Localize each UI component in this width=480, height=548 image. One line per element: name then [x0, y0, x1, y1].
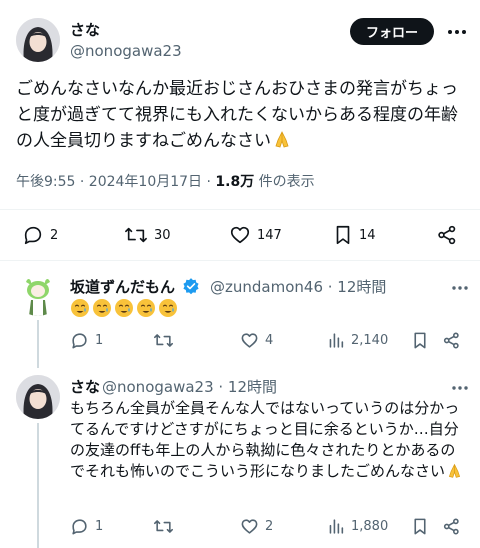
views-button[interactable]: 1,880 [327, 517, 388, 536]
bookmark-icon [336, 225, 350, 245]
reply-icon [72, 333, 87, 349]
reply-author-name[interactable]: 坂道ずんだもん [70, 276, 200, 297]
like-button[interactable]: 4 [240, 331, 273, 350]
heart-icon [241, 519, 258, 534]
folded-hands-emoji-icon [445, 462, 464, 479]
share-button[interactable] [442, 331, 461, 350]
more-options-icon[interactable] [450, 279, 470, 297]
thread-line [37, 423, 39, 548]
tweet-text-body: ごめんなさいなんか最近おじさんおひさまの発言がちょっと度が過ぎてて視界にも入れた… [16, 79, 458, 151]
reply-author-name[interactable]: さな [70, 376, 100, 397]
tweet-text: ごめんなさいなんか最近おじさんおひさまの発言がちょっと度が過ぎてて視界にも入れた… [16, 76, 468, 154]
views-button[interactable]: 2,140 [327, 331, 388, 350]
author-handle[interactable]: @nonogawa23 [70, 42, 182, 60]
share-icon [443, 518, 459, 535]
crying-face-emoji-icon [137, 299, 155, 317]
analytics-icon [329, 333, 344, 348]
reply-avatar[interactable] [16, 375, 60, 419]
reply-text-body: もちろん全員が全員そんな人ではないっていうのは分かってるんですけどさすがにちょっ… [70, 399, 460, 480]
verified-badge-icon [183, 278, 199, 295]
bookmark-count: 14 [359, 227, 376, 243]
reply-count: 2 [50, 227, 59, 243]
heart-icon [241, 333, 258, 348]
reply-button[interactable]: 1 [70, 517, 103, 536]
reply-text: もちろん全員が全員そんな人ではないっていうのは分かってるんですけどさすがにちょっ… [70, 398, 466, 482]
analytics-icon [329, 519, 344, 534]
divider [0, 209, 480, 210]
reply-author-handle[interactable]: @nonogawa23 · 12時間 [102, 376, 277, 397]
reply-count: 1 [95, 519, 104, 534]
retweet-icon [125, 227, 147, 243]
reply-avatar[interactable] [16, 272, 60, 316]
bookmark-button[interactable]: 14 [333, 224, 376, 246]
view-count: 2,140 [351, 333, 389, 348]
reply-emoji-row [70, 298, 180, 320]
retweet-button[interactable]: 30 [124, 224, 171, 246]
reply-button[interactable]: 2 [22, 224, 58, 246]
view-count: 1,880 [351, 519, 389, 534]
retweet-icon [154, 334, 173, 347]
author-name[interactable]: さな [70, 19, 100, 40]
retweet-icon [154, 520, 173, 533]
like-button[interactable]: 147 [229, 224, 282, 246]
more-options-icon[interactable] [450, 379, 470, 397]
more-options-icon[interactable] [446, 22, 468, 42]
reply-author-name-text: 坂道ずんだもん [70, 278, 176, 296]
bookmark-icon [414, 332, 426, 349]
reply-icon [24, 226, 42, 245]
tweet-meta: 午後9:55 · 2024年10月17日 · 1.8万 件の表示 [16, 171, 315, 191]
retweet-count: 30 [154, 227, 171, 243]
thread-line [37, 320, 39, 368]
view-label: 件の表示 [254, 174, 315, 190]
crying-face-emoji-icon [159, 299, 177, 317]
like-count: 4 [265, 333, 274, 348]
share-button[interactable] [442, 517, 461, 536]
reply-count: 1 [95, 333, 104, 348]
reply-icon [72, 519, 87, 535]
reply-author-handle[interactable]: @zundamon46 · 12時間 [210, 276, 386, 297]
bookmark-icon [414, 518, 426, 535]
share-button[interactable] [436, 224, 458, 246]
author-avatar[interactable] [16, 18, 60, 62]
folded-hands-emoji-icon [271, 129, 293, 149]
bookmark-button[interactable] [412, 517, 428, 536]
tweet-time[interactable]: 午後9:55 · 2024年10月17日 · [16, 174, 215, 190]
view-count: 1.8万 [215, 174, 255, 190]
heart-icon [230, 226, 250, 244]
crying-face-emoji-icon [71, 299, 89, 317]
share-icon [438, 225, 456, 245]
follow-button[interactable]: フォロー [350, 18, 434, 45]
crying-face-emoji-icon [115, 299, 133, 317]
like-count: 2 [265, 519, 274, 534]
like-count: 147 [257, 227, 282, 243]
crying-face-emoji-icon [93, 299, 111, 317]
like-button[interactable]: 2 [240, 517, 273, 536]
divider [0, 260, 480, 261]
retweet-button[interactable] [153, 517, 174, 536]
bookmark-button[interactable] [412, 331, 428, 350]
share-icon [443, 332, 459, 349]
retweet-button[interactable] [153, 331, 174, 350]
reply-button[interactable]: 1 [70, 331, 103, 350]
